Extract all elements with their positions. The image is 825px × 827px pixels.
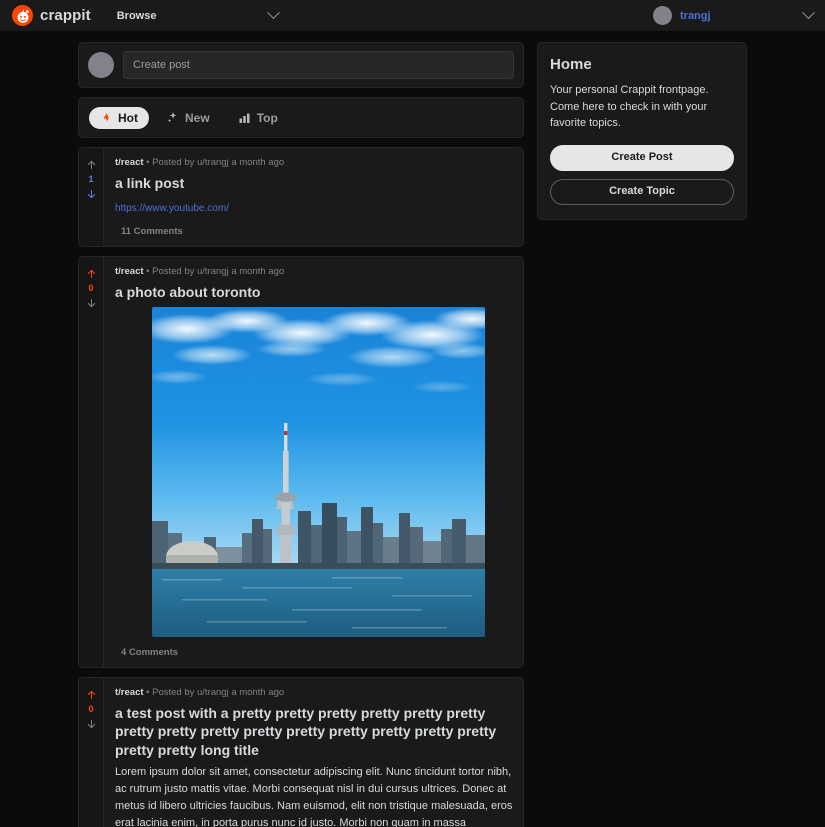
user-menu[interactable]: trangj (653, 6, 711, 25)
tab-hot-label: Hot (118, 110, 138, 125)
upvote-button[interactable] (83, 687, 99, 703)
sidebar-title: Home (550, 56, 592, 73)
post-topic-link[interactable]: t/react (115, 687, 144, 698)
downvote-button[interactable] (83, 295, 99, 311)
sidebar: Home Your personal Crappit frontpage. Co… (537, 42, 747, 220)
post-topic-link[interactable]: t/react (115, 266, 144, 277)
post-title[interactable]: a link post (115, 174, 513, 192)
sort-tabs: Hot New Top (78, 97, 524, 138)
post-title[interactable]: a photo about toronto (115, 283, 513, 301)
post-meta-rest: • Posted by u/trangj a month ago (143, 265, 285, 277)
home-info-card: Home Your personal Crappit frontpage. Co… (537, 42, 747, 220)
create-topic-button[interactable]: Create Topic (550, 178, 734, 205)
vote-column: 1 (79, 148, 104, 246)
vote-score: 0 (88, 282, 94, 293)
post-meta: t/react • Posted by u/trangj a month ago (115, 266, 513, 278)
post-card[interactable]: 0 t/react • Posted by u/trangj a month a… (78, 255, 524, 668)
upvote-button[interactable] (83, 266, 99, 282)
user-menu-label: trangj (680, 9, 711, 22)
post-meta: t/react • Posted by u/trangj a month ago (115, 157, 513, 169)
sparkle-icon (166, 111, 179, 124)
bar-chart-icon (238, 112, 251, 124)
top-navbar: crappit Browse trangj (0, 0, 825, 31)
post-meta-rest: • Posted by u/trangj a month ago (143, 686, 285, 698)
post-comments-count[interactable]: 11 Comments (115, 226, 513, 237)
post-image[interactable] (152, 306, 485, 637)
vote-column: 0 (79, 256, 104, 667)
crappit-logo-icon (12, 5, 33, 26)
create-post-button[interactable]: Create Post (550, 144, 734, 171)
post-content: t/react • Posted by u/trangj a month ago… (104, 148, 523, 246)
post-body-text: Lorem ipsum dolor sit amet, consectetur … (115, 766, 513, 827)
post-content: t/react • Posted by u/trangj a month ago… (104, 678, 523, 827)
page-body: Hot New Top (0, 31, 825, 827)
vote-score: 1 (88, 174, 94, 184)
downvote-button[interactable] (83, 186, 99, 202)
brand-name: crappit (40, 7, 91, 24)
brand-home-link[interactable]: crappit (12, 5, 91, 26)
tab-top[interactable]: Top (227, 107, 289, 129)
browse-dropdown-label: Browse (116, 9, 157, 22)
chevron-down-icon[interactable] (802, 6, 815, 20)
create-post-bar (78, 42, 524, 88)
avatar (653, 6, 672, 25)
chevron-down-icon (266, 6, 280, 20)
post-external-link[interactable]: https://www.youtube.com/ (115, 203, 229, 214)
sidebar-description: Your personal Crappit frontpage. Come he… (550, 84, 709, 129)
post-feed: Hot New Top (78, 42, 524, 827)
post-meta: t/react • Posted by u/trangj a month ago (115, 687, 513, 699)
post-meta-rest: • Posted by u/trangj a month ago (143, 157, 285, 168)
flame-icon (100, 112, 112, 124)
tab-hot[interactable]: Hot (89, 106, 149, 129)
post-title[interactable]: a test post with a pretty pretty pretty … (115, 704, 513, 759)
tab-top-label: Top (256, 110, 278, 125)
vote-column: 0 (79, 677, 104, 827)
post-comments-count[interactable]: 4 Comments (115, 647, 513, 658)
tab-new-label: New (185, 110, 210, 125)
upvote-button[interactable] (83, 157, 99, 173)
post-card[interactable]: 1 t/react • Posted by u/trangj a month a… (78, 147, 524, 247)
avatar (88, 52, 114, 78)
navbar-right: trangj (653, 6, 815, 25)
post-card[interactable]: 0 t/react • Posted by u/trangj a month a… (78, 676, 524, 827)
browse-dropdown[interactable]: Browse (117, 5, 282, 27)
tab-new[interactable]: New (155, 106, 221, 129)
post-topic-link[interactable]: t/react (115, 157, 144, 168)
vote-score: 0 (88, 703, 94, 714)
post-content: t/react • Posted by u/trangj a month ago… (104, 257, 523, 667)
downvote-button[interactable] (83, 716, 99, 732)
create-post-input[interactable] (123, 51, 514, 79)
